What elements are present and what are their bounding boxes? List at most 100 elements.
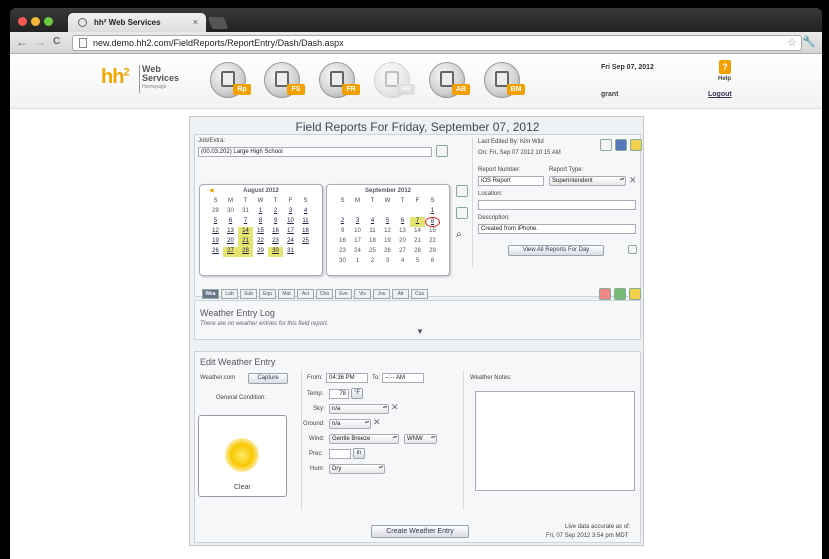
calendar-day[interactable]: 17 xyxy=(283,227,298,237)
close-window-icon[interactable] xyxy=(18,17,27,26)
calendar-day[interactable]: 5 xyxy=(380,217,395,227)
calendar-day[interactable]: 13 xyxy=(223,227,238,237)
from-time-input[interactable]: 04:36 PM xyxy=(326,373,368,383)
module-field-services-icon[interactable]: FS xyxy=(264,62,305,98)
module-field-reports-icon[interactable]: FR xyxy=(319,62,360,98)
minimize-window-icon[interactable] xyxy=(31,17,40,26)
help-icon[interactable]: ? xyxy=(719,60,731,74)
reload-icon[interactable]: C xyxy=(53,36,60,47)
browser-tab[interactable]: hh² Web Services × xyxy=(68,13,206,32)
calendar-day[interactable]: 2 xyxy=(335,217,350,227)
excel-icon[interactable] xyxy=(614,288,626,300)
hh2-logo[interactable]: hh2 xyxy=(101,66,130,89)
to-time-input[interactable]: --:-- AM xyxy=(382,373,424,383)
copy-icon[interactable] xyxy=(456,207,468,219)
calendar-day[interactable]: 10 xyxy=(283,217,298,227)
list-icon[interactable] xyxy=(456,185,468,197)
calendar-day[interactable]: 27 xyxy=(223,247,238,257)
create-weather-entry-button[interactable]: Create Weather Entry xyxy=(371,525,469,538)
calendar-day[interactable]: 21 xyxy=(238,237,253,247)
calendar-day[interactable]: 7 xyxy=(238,217,253,227)
description-input[interactable]: Created from iPhone. xyxy=(478,224,636,234)
calendar-day[interactable]: 24 xyxy=(283,237,298,247)
calendar-day[interactable]: 20 xyxy=(223,237,238,247)
calendar-day[interactable]: 3 xyxy=(283,207,298,217)
ground-select[interactable]: n/a xyxy=(329,419,371,429)
tab-sub[interactable]: Sub xyxy=(240,289,257,299)
general-condition-box[interactable]: Clear xyxy=(198,415,287,497)
sky-tools-icon[interactable]: ✕ xyxy=(391,402,399,413)
wrench-icon[interactable]: 🔧 xyxy=(802,35,816,48)
calendar-day[interactable]: 11 xyxy=(298,217,313,227)
calendar-day[interactable]: 4 xyxy=(298,207,313,217)
export-icon[interactable] xyxy=(629,288,641,300)
weather-notes-textarea[interactable] xyxy=(475,391,635,491)
calendar-day[interactable]: 19 xyxy=(208,237,223,247)
capture-button[interactable]: Capture xyxy=(248,373,288,384)
log-toggle-icon[interactable]: ▼ xyxy=(416,327,424,336)
calendar-day[interactable]: 5 xyxy=(208,217,223,227)
module-bm-icon[interactable]: BM xyxy=(484,62,525,98)
tab-vis[interactable]: Vis xyxy=(354,289,371,299)
wind-select[interactable]: Gentle Breeze xyxy=(329,434,399,444)
calendar-day[interactable]: 6 xyxy=(395,217,410,227)
calendar-day[interactable]: 25 xyxy=(298,237,313,247)
prec-input[interactable] xyxy=(329,449,351,459)
sky-select[interactable]: n/a xyxy=(329,404,389,414)
forward-icon[interactable]: → xyxy=(34,35,46,49)
module-address-book-icon[interactable]: AB xyxy=(429,62,470,98)
module-reports-icon[interactable]: Rp xyxy=(210,62,251,98)
calendar-day[interactable]: 23 xyxy=(268,237,283,247)
tab-equ[interactable]: Equ xyxy=(259,289,276,299)
magnifier-icon[interactable]: ⌕ xyxy=(456,229,468,241)
calendar-day[interactable]: 26 xyxy=(208,247,223,257)
calendar-day[interactable]: 1 xyxy=(425,207,440,217)
calendar-day[interactable]: 6 xyxy=(223,217,238,227)
back-icon[interactable]: ← xyxy=(16,35,28,49)
logout-link[interactable]: Logout xyxy=(708,91,732,98)
location-input[interactable] xyxy=(478,200,636,210)
address-bar[interactable]: new.demo.hh2.com/FieldReports/ReportEntr… xyxy=(72,35,802,51)
calendar-day[interactable]: 7 xyxy=(410,217,425,227)
calendar-day[interactable]: 30 xyxy=(268,247,283,257)
new-tab-button[interactable] xyxy=(207,17,229,29)
tab-wea[interactable]: Wea xyxy=(202,289,219,299)
calendar-day[interactable]: 8 xyxy=(425,217,440,227)
tab-jou[interactable]: Jou xyxy=(373,289,390,299)
bookmark-star-icon[interactable]: ☆ xyxy=(787,36,797,49)
job-input[interactable]: (00.03.202) Large High School xyxy=(198,147,432,157)
resize-icon[interactable] xyxy=(628,245,637,254)
notes-icon[interactable] xyxy=(600,139,612,151)
calendar-day[interactable]: 14 xyxy=(238,227,253,237)
temp-unit-button[interactable]: °F xyxy=(351,388,363,399)
lock-icon[interactable] xyxy=(630,139,642,151)
report-type-tools-icon[interactable]: ✕ xyxy=(629,175,637,186)
calendar-day[interactable]: 9 xyxy=(268,217,283,227)
tab-act[interactable]: Act xyxy=(297,289,314,299)
calendar-day[interactable]: 22 xyxy=(253,237,268,247)
pdf-icon[interactable] xyxy=(599,288,611,300)
calendar-day[interactable]: 2 xyxy=(268,207,283,217)
report-type-select[interactable]: Superintendent xyxy=(549,176,626,186)
calendar-day[interactable]: 31 xyxy=(283,247,298,257)
wind-direction-select[interactable]: WNW xyxy=(404,434,437,444)
calendar-day[interactable]: 1 xyxy=(253,207,268,217)
calendar-day[interactable]: 29 xyxy=(253,247,268,257)
calendar-day[interactable]: 4 xyxy=(365,217,380,227)
zoom-window-icon[interactable] xyxy=(44,17,53,26)
tab-mat[interactable]: Mat xyxy=(278,289,295,299)
ground-tools-icon[interactable]: ✕ xyxy=(373,417,381,428)
humidity-select[interactable]: Dry xyxy=(329,464,385,474)
temp-input[interactable]: 78 xyxy=(329,389,349,399)
calendar-day[interactable]: 12 xyxy=(208,227,223,237)
tab-close-icon[interactable]: × xyxy=(193,17,198,27)
calendar-day[interactable]: 28 xyxy=(238,247,253,257)
job-picker-icon[interactable] xyxy=(436,145,448,157)
prec-unit-button[interactable]: in xyxy=(353,448,365,459)
tab-att[interactable]: Att xyxy=(392,289,409,299)
calendar-day[interactable]: 16 xyxy=(268,227,283,237)
help-link[interactable]: Help xyxy=(718,76,731,82)
calendar-day[interactable]: 15 xyxy=(253,227,268,237)
tab-eve[interactable]: Eve xyxy=(335,289,352,299)
tab-lab[interactable]: Lab xyxy=(221,289,238,299)
